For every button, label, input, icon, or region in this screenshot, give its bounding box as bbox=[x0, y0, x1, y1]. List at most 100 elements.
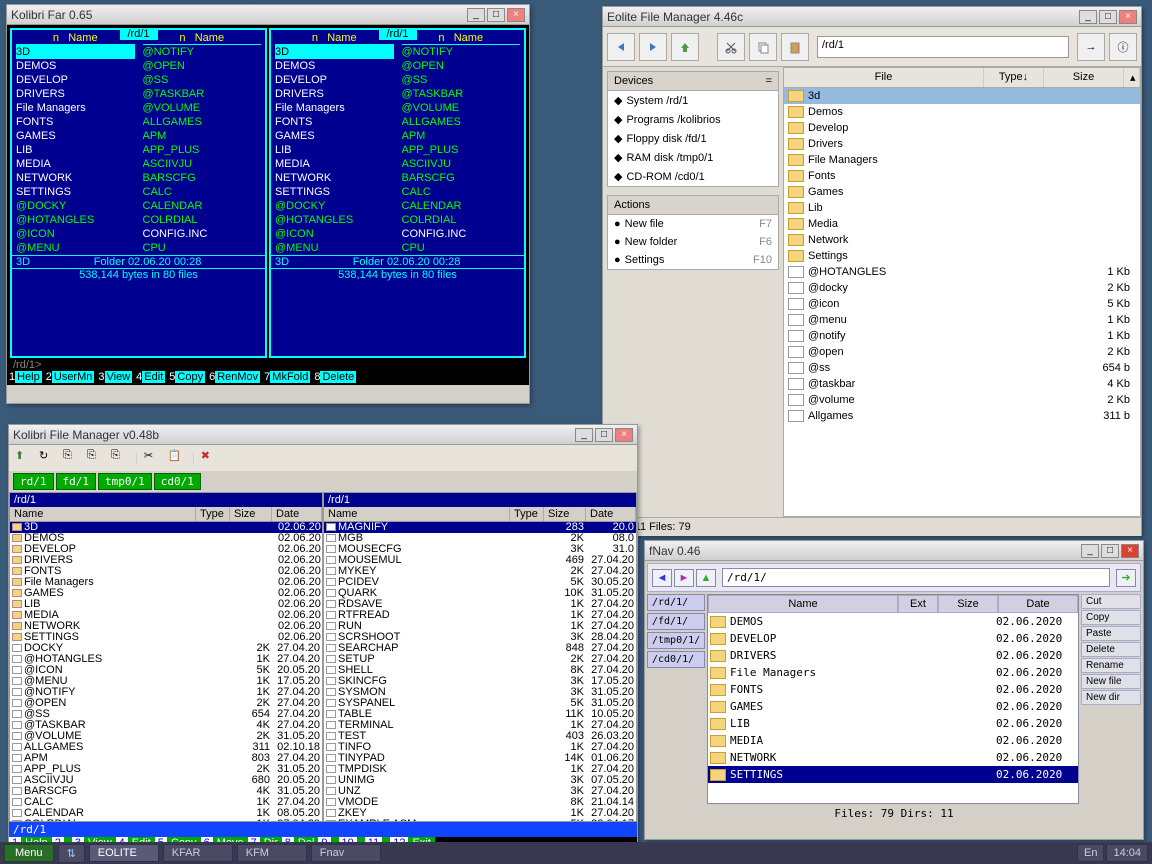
file-row[interactable]: @HOTANGLES1K27.04.20 bbox=[10, 654, 322, 665]
clock[interactable]: 14:04 bbox=[1106, 844, 1148, 862]
col-size[interactable]: Size bbox=[1044, 68, 1124, 87]
far-item[interactable]: COLRDIAL bbox=[402, 213, 521, 227]
file-row[interactable]: TABLE11K10.05.20 bbox=[324, 709, 636, 720]
far-item[interactable]: CPU bbox=[143, 241, 262, 255]
far-item[interactable]: @TASKBAR bbox=[402, 87, 521, 101]
drive-tab[interactable]: tmp0/1 bbox=[98, 473, 152, 490]
far-item[interactable]: @NOTIFY bbox=[402, 45, 521, 59]
far-item[interactable]: BARSCFG bbox=[143, 171, 262, 185]
copy2-icon[interactable]: ⎘ bbox=[87, 449, 105, 467]
file-row[interactable]: @HOTANGLES1 Kb bbox=[784, 264, 1140, 280]
far-item[interactable]: NETWORK bbox=[16, 171, 135, 185]
drive-tab[interactable]: cd0/1 bbox=[154, 473, 201, 490]
maximize-button[interactable]: □ bbox=[1101, 544, 1119, 558]
file-row[interactable]: Games bbox=[784, 184, 1140, 200]
far-item[interactable]: SETTINGS bbox=[275, 185, 394, 199]
action-item[interactable]: ●SettingsF10 bbox=[608, 251, 778, 269]
far-item[interactable]: APP_PLUS bbox=[402, 143, 521, 157]
col-header[interactable]: Size bbox=[544, 507, 586, 521]
far-item[interactable]: @OPEN bbox=[402, 59, 521, 73]
scroll-up-icon[interactable]: ▴ bbox=[1124, 68, 1140, 87]
file-row[interactable]: RTFREAD1K27.04.20 bbox=[324, 610, 636, 621]
far-prompt[interactable]: /rd/1> bbox=[9, 359, 527, 371]
col-header[interactable]: Date bbox=[272, 507, 322, 521]
far-item[interactable]: @DOCKY bbox=[275, 199, 394, 213]
file-row[interactable]: RUN1K27.04.20 bbox=[324, 621, 636, 632]
minimize-button[interactable]: _ bbox=[575, 428, 593, 442]
fnav-titlebar[interactable]: fNav 0.46 _ □ × bbox=[645, 541, 1143, 561]
path-input[interactable]: /rd/1/ bbox=[722, 568, 1110, 587]
file-row[interactable]: File Managers02.06.2020 bbox=[708, 664, 1078, 681]
up-icon[interactable]: ⬆ bbox=[15, 449, 33, 467]
far-item[interactable]: DEVELOP bbox=[16, 73, 135, 87]
file-row[interactable]: GAMES02.06.2020 bbox=[708, 698, 1078, 715]
file-row[interactable]: UNZ3K27.04.20 bbox=[324, 786, 636, 797]
kfm-left-pane[interactable]: /rd/1 NameTypeSizeDate 3D02.06.20DEMOS02… bbox=[9, 492, 323, 822]
far-item[interactable]: LIB bbox=[275, 143, 394, 157]
file-row[interactable]: @notify1 Kb bbox=[784, 328, 1140, 344]
file-row[interactable]: RDSAVE1K27.04.20 bbox=[324, 599, 636, 610]
close-button[interactable]: × bbox=[1121, 544, 1139, 558]
file-row[interactable]: PCIDEV5K30.05.20 bbox=[324, 577, 636, 588]
drive-item[interactable]: /tmp0/1/ bbox=[647, 632, 705, 649]
col-header[interactable]: Name bbox=[10, 507, 196, 521]
file-row[interactable]: File Managers bbox=[784, 152, 1140, 168]
file-row[interactable]: File Managers02.06.20 bbox=[10, 577, 322, 588]
cut-button[interactable] bbox=[717, 33, 745, 61]
far-item[interactable]: @NOTIFY bbox=[143, 45, 262, 59]
col-header[interactable]: Name bbox=[324, 507, 510, 521]
file-row[interactable]: MGB2K08.0 bbox=[324, 533, 636, 544]
file-row[interactable]: @menu1 Kb bbox=[784, 312, 1140, 328]
file-row[interactable]: LIB02.06.20 bbox=[10, 599, 322, 610]
up-button[interactable]: ▲ bbox=[696, 569, 716, 587]
col-header[interactable]: Type bbox=[510, 507, 544, 521]
far-item[interactable]: CONFIG.INC bbox=[143, 227, 262, 241]
far-item[interactable]: FONTS bbox=[275, 115, 394, 129]
file-row[interactable]: NETWORK02.06.20 bbox=[10, 621, 322, 632]
file-row[interactable]: COLRDIAL1K27.04.20 bbox=[10, 819, 322, 822]
file-row[interactable]: EXAMPLE ASM5K22.04.17 bbox=[324, 819, 636, 822]
file-row[interactable]: SETUP2K27.04.20 bbox=[324, 654, 636, 665]
far-item[interactable]: ASCIIVJU bbox=[402, 157, 521, 171]
file-row[interactable]: ZKEY1K27.04.20 bbox=[324, 808, 636, 819]
cut-icon[interactable]: ✂ bbox=[144, 449, 162, 467]
device-ram[interactable]: ◆RAM disk /tmp0/1 bbox=[608, 148, 778, 167]
delete-icon[interactable]: ✖ bbox=[201, 449, 219, 467]
minimize-button[interactable]: _ bbox=[1079, 10, 1097, 24]
file-row[interactable]: APM80327.04.20 bbox=[10, 753, 322, 764]
minimize-button[interactable]: _ bbox=[1081, 544, 1099, 558]
device-sys[interactable]: ◆System /rd/1 bbox=[608, 91, 778, 110]
file-row[interactable]: MEDIA02.06.20 bbox=[10, 610, 322, 621]
file-row[interactable]: @icon5 Kb bbox=[784, 296, 1140, 312]
file-row[interactable]: Media bbox=[784, 216, 1140, 232]
col-header[interactable]: Name bbox=[708, 595, 898, 613]
file-row[interactable]: Settings bbox=[784, 248, 1140, 264]
file-row[interactable]: @ss654 b bbox=[784, 360, 1140, 376]
far-item[interactable]: @DOCKY bbox=[16, 199, 135, 213]
action-rename[interactable]: Rename bbox=[1081, 658, 1141, 673]
file-row[interactable]: Fonts bbox=[784, 168, 1140, 184]
fkey-usermn[interactable]: 2UserMn bbox=[46, 371, 99, 383]
copy-button[interactable] bbox=[749, 33, 777, 61]
up-button[interactable] bbox=[671, 33, 699, 61]
file-row[interactable]: GAMES02.06.20 bbox=[10, 588, 322, 599]
action-item[interactable]: ●New folderF6 bbox=[608, 233, 778, 251]
file-row[interactable]: Drivers bbox=[784, 136, 1140, 152]
drive-tab[interactable]: fd/1 bbox=[56, 473, 97, 490]
far-titlebar[interactable]: Kolibri Far 0.65 _ □ × bbox=[7, 5, 529, 25]
file-row[interactable]: DEMOS02.06.20 bbox=[10, 533, 322, 544]
far-item[interactable]: 3D bbox=[275, 45, 394, 59]
task-button[interactable]: KFAR bbox=[163, 844, 233, 862]
file-row[interactable]: @VOLUME2K31.05.20 bbox=[10, 731, 322, 742]
eject-icon[interactable]: = bbox=[766, 75, 772, 87]
fkey-delete[interactable]: 8Delete bbox=[314, 371, 360, 383]
action-delete[interactable]: Delete bbox=[1081, 642, 1141, 657]
far-item[interactable]: DEMOS bbox=[16, 59, 135, 73]
kfm-right-pane[interactable]: /rd/1 NameTypeSizeDate MAGNIFY28320.0MGB… bbox=[323, 492, 637, 822]
col-header[interactable]: Date bbox=[998, 595, 1078, 613]
action-cut[interactable]: Cut bbox=[1081, 594, 1141, 609]
file-row[interactable]: QUARK10K31.05.20 bbox=[324, 588, 636, 599]
fkey-mkfold[interactable]: 7MkFold bbox=[264, 371, 314, 383]
far-left-pane[interactable]: /rd/1 n Name3DDEMOSDEVELOPDRIVERSFile Ma… bbox=[10, 28, 267, 358]
far-item[interactable]: MEDIA bbox=[275, 157, 394, 171]
